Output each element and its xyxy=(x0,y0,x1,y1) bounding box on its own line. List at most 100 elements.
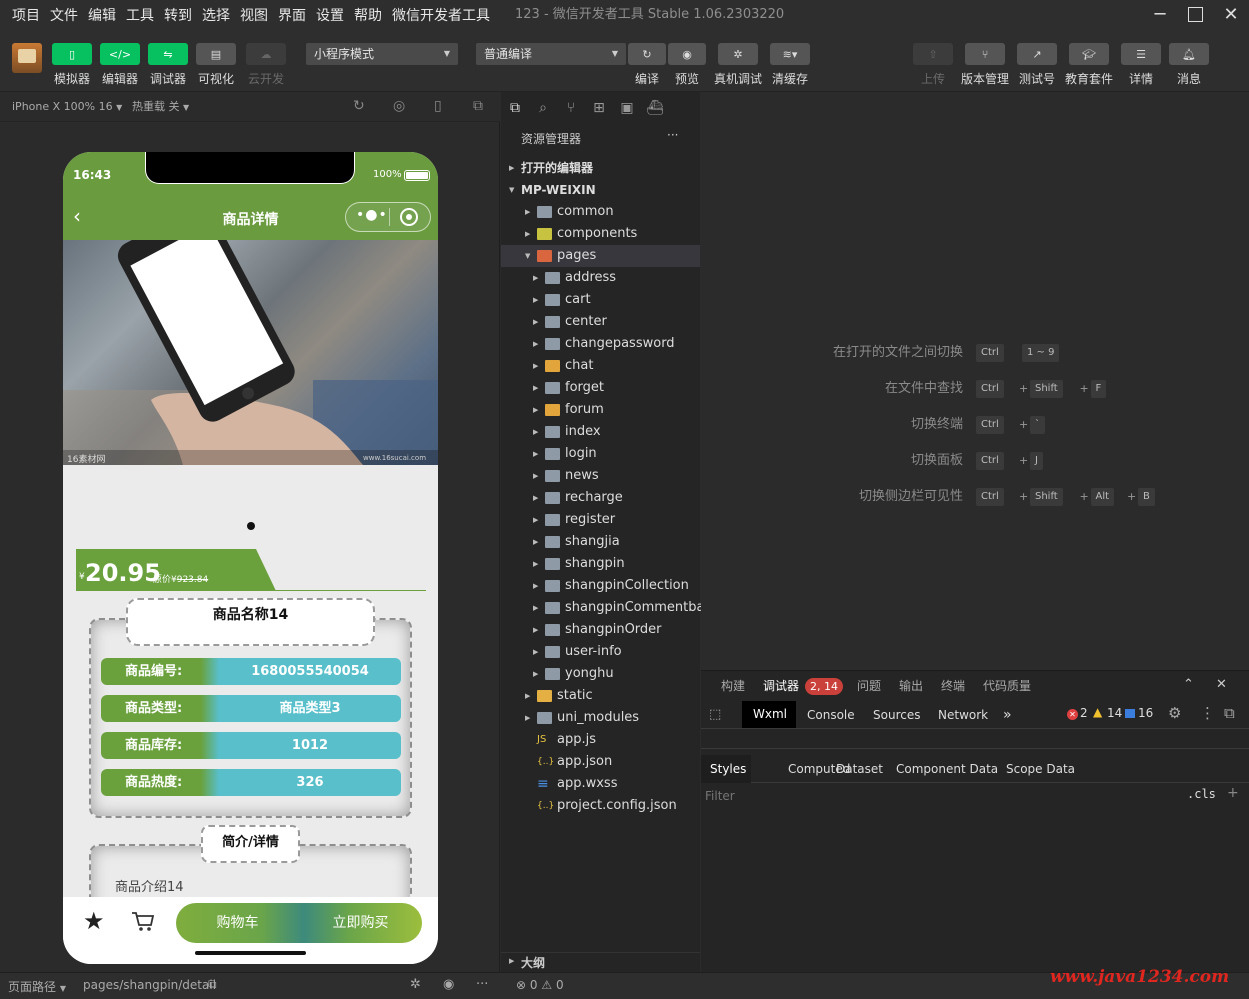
product-image[interactable]: 16素材网 www.16sucai.com xyxy=(63,240,438,465)
tab-terminal[interactable]: 终端 xyxy=(941,671,965,701)
close-capsule-icon[interactable] xyxy=(400,208,418,226)
phone-icon[interactable]: ▯ xyxy=(434,98,442,114)
menu-item[interactable]: 项目 xyxy=(0,0,45,32)
details-button[interactable]: ☰ xyxy=(1121,43,1161,65)
folder-item[interactable]: ▶ address xyxy=(501,267,700,289)
copy-icon[interactable]: ⧉ xyxy=(208,977,217,992)
more-dots-icon[interactable]: •●• xyxy=(356,207,388,223)
menu-item[interactable]: 转到 xyxy=(159,0,197,32)
settings-icon[interactable]: ⚙ xyxy=(1168,704,1181,722)
folder-item[interactable]: ▶ index xyxy=(501,421,700,443)
kebab-icon[interactable]: ⋮ xyxy=(1200,704,1215,722)
test-account-button[interactable]: ↗ xyxy=(1017,43,1057,65)
search-icon[interactable]: ⌕ xyxy=(529,98,557,118)
outline-section[interactable]: ▶ 大纲 xyxy=(501,952,700,972)
cloud-button[interactable]: ☁ xyxy=(246,43,286,65)
folder-item[interactable]: ▶ static xyxy=(501,685,700,707)
folder-item[interactable]: ▼ pages xyxy=(501,245,700,267)
folder-item[interactable]: ▶ login xyxy=(501,443,700,465)
menu-item[interactable]: 界面 xyxy=(273,0,311,32)
upload-button[interactable]: ⇧ xyxy=(913,43,953,65)
close-window-icon[interactable]: ✕ xyxy=(1219,4,1243,26)
file-item[interactable]: {..} app.json xyxy=(501,751,700,773)
root-section[interactable]: ▼ MP-WEIXIN xyxy=(501,179,700,201)
folder-item[interactable]: ▶ shangpinOrder xyxy=(501,619,700,641)
folder-item[interactable]: ▶ center xyxy=(501,311,700,333)
device-select[interactable]: iPhone X 100% 16 ▼ xyxy=(12,92,122,123)
git-icon[interactable]: ⑂ xyxy=(557,98,585,118)
folder-item[interactable]: ▶ shangjia xyxy=(501,531,700,553)
extensions-icon[interactable]: ⊞ xyxy=(585,98,613,118)
info-count[interactable]: 16 xyxy=(1138,706,1153,720)
chevron-up-icon[interactable]: ⌃ xyxy=(1183,677,1194,692)
docker-icon[interactable]: ⛴︎ xyxy=(641,98,669,118)
layout-icon[interactable]: ▣ xyxy=(613,98,641,118)
swiper-dot[interactable] xyxy=(247,522,255,530)
remote-debug-button[interactable]: ✲ xyxy=(718,43,758,65)
menu-item[interactable]: 选择 xyxy=(197,0,235,32)
debugger-button[interactable]: ⇋ xyxy=(148,43,188,65)
menu-item[interactable]: 帮助 xyxy=(349,0,387,32)
buy-now-button[interactable]: 立即购买 xyxy=(299,903,422,943)
folder-item[interactable]: ▶ shangpinCommentba... xyxy=(501,597,717,619)
folder-item[interactable]: ▶ cart xyxy=(501,289,700,311)
compile-button[interactable]: ↻ xyxy=(628,43,666,65)
menu-item[interactable]: 微信开发者工具 xyxy=(387,0,495,32)
preview-button[interactable]: ◉ xyxy=(668,43,706,65)
simulator-button[interactable]: ▯ xyxy=(52,43,92,65)
folder-item[interactable]: ▶ user-info xyxy=(501,641,700,663)
editor-button[interactable]: </> xyxy=(100,43,140,65)
tab-output[interactable]: 输出 xyxy=(899,671,923,701)
version-button[interactable]: ⑂ xyxy=(965,43,1005,65)
folder-item[interactable]: ▶ components xyxy=(501,223,700,245)
page-path-select[interactable]: 页面路径 ▼ xyxy=(8,978,66,995)
file-item[interactable]: ≡ app.wxss xyxy=(501,773,700,795)
tab-debugger[interactable]: 调试器 xyxy=(763,671,799,701)
bug-icon[interactable]: ✲ xyxy=(410,977,421,992)
filter-input[interactable] xyxy=(705,787,1175,805)
folder-item[interactable]: ▶ recharge xyxy=(501,487,700,509)
folder-item[interactable]: ▶ uni_modules xyxy=(501,707,700,729)
folder-item[interactable]: ▶ shangpinCollection xyxy=(501,575,700,597)
eye-icon[interactable]: ◉ xyxy=(443,977,454,992)
close-panel-icon[interactable]: ✕ xyxy=(1216,677,1227,692)
file-item[interactable]: JS app.js xyxy=(501,729,700,751)
avatar[interactable] xyxy=(12,43,42,73)
clear-cache-button[interactable]: ≋▾ xyxy=(770,43,810,65)
menu-item[interactable]: 视图 xyxy=(235,0,273,32)
folder-item[interactable]: ▶ forget xyxy=(501,377,700,399)
menu-item[interactable]: 文件 xyxy=(45,0,83,32)
error-count[interactable]: 2 xyxy=(1080,706,1088,720)
more-icon[interactable]: ··· xyxy=(667,128,678,142)
warning-count[interactable]: 14 xyxy=(1107,706,1122,720)
more-icon[interactable]: ··· xyxy=(476,977,488,992)
tab-network[interactable]: Network xyxy=(938,701,988,729)
messages-button[interactable]: 🔔︎ xyxy=(1169,43,1209,65)
tab-sources[interactable]: Sources xyxy=(873,701,920,729)
visual-button[interactable]: ▤ xyxy=(196,43,236,65)
inspect-icon[interactable]: ⬚ xyxy=(709,707,721,722)
hot-reload-select[interactable]: 热重载 关 ▼ xyxy=(132,92,189,123)
tab-wxml[interactable]: Wxml xyxy=(753,700,787,728)
files-icon[interactable]: ⧉ xyxy=(501,98,529,118)
add-to-cart-button[interactable]: 购物车 xyxy=(176,903,299,943)
tab-styles[interactable]: Styles xyxy=(710,755,746,783)
problems-summary[interactable]: ⊗ 0 ⚠ 0 xyxy=(516,978,564,992)
menu-item[interactable]: 编辑 xyxy=(83,0,121,32)
folder-item[interactable]: ▶ shangpin xyxy=(501,553,700,575)
compile-select[interactable]: 普通编译 ▼ xyxy=(476,43,626,65)
tab-component-data[interactable]: Component Data xyxy=(896,755,998,783)
minimize-icon[interactable]: ─ xyxy=(1148,4,1172,26)
tab-code-quality[interactable]: 代码质量 xyxy=(983,671,1031,701)
more-tabs-icon[interactable]: » xyxy=(1003,701,1012,729)
folder-item[interactable]: ▶ yonghu xyxy=(501,663,700,685)
folder-item[interactable]: ▶ forum xyxy=(501,399,700,421)
edu-button[interactable]: 🎓︎ xyxy=(1069,43,1109,65)
cart-icon[interactable] xyxy=(131,910,155,936)
star-icon[interactable]: ★ xyxy=(83,907,105,935)
folder-item[interactable]: ▶ news xyxy=(501,465,700,487)
open-editors-section[interactable]: ▶ 打开的编辑器 xyxy=(501,157,700,179)
file-item[interactable]: {..} project.config.json xyxy=(501,795,700,817)
stop-icon[interactable]: ◎ xyxy=(393,98,405,114)
tab-problems[interactable]: 问题 xyxy=(857,671,881,701)
